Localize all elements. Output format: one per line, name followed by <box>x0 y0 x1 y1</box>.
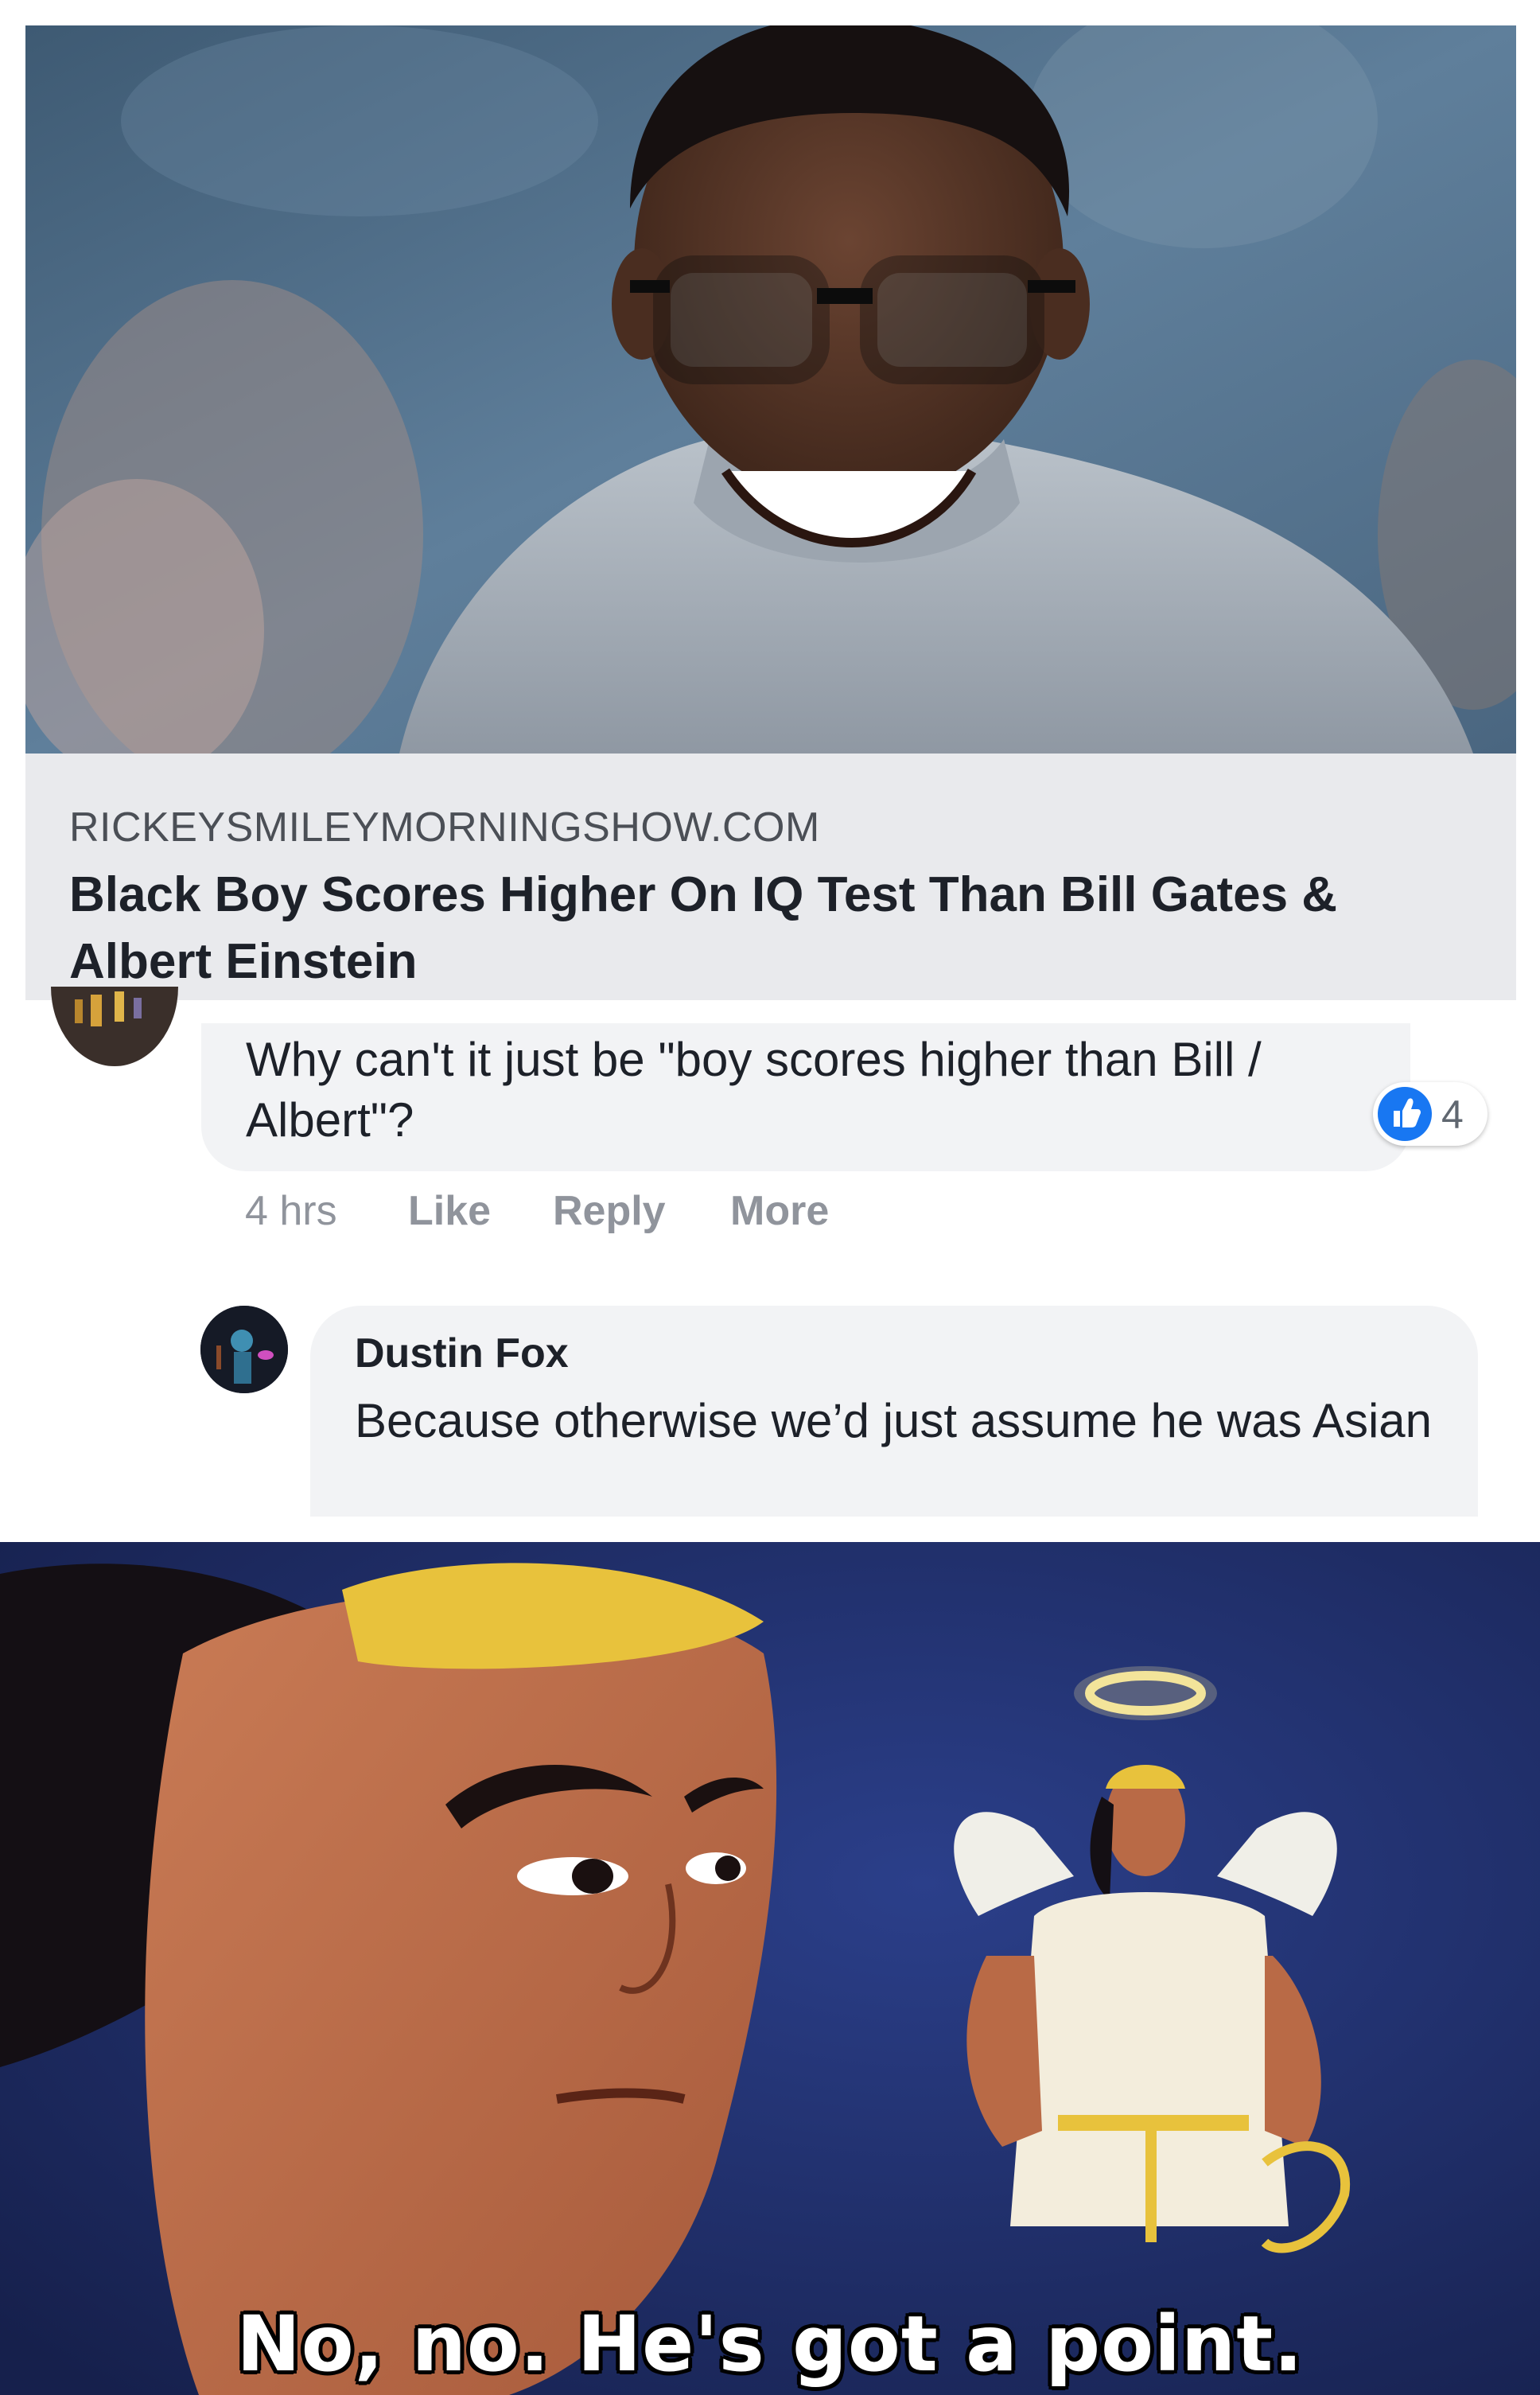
meme-illustration <box>0 1542 1540 2395</box>
like-reaction-icon <box>1378 1087 1432 1141</box>
link-preview-image[interactable] <box>25 25 1516 754</box>
student-photo <box>25 25 1516 754</box>
like-button[interactable]: Like <box>408 1187 491 1235</box>
reply-author-name[interactable]: Dustin Fox <box>355 1330 569 1377</box>
comment-bubble: Why can't it just be "boy scores higher … <box>201 1023 1410 1171</box>
meme-caption: No, no. He's got a point. <box>236 2300 1304 2389</box>
comment-text: Why can't it just be "boy scores higher … <box>246 1033 1262 1147</box>
reply-bubble: Dustin Fox Because otherwise we’d just a… <box>310 1306 1478 1517</box>
avatar-image <box>200 1306 288 1393</box>
link-title[interactable]: Black Boy Scores Higher On IQ Test Than … <box>69 862 1469 995</box>
reaction-count: 4 <box>1441 1092 1464 1137</box>
commenter-avatar[interactable] <box>51 987 178 1074</box>
comment-timestamp[interactable]: 4 hrs <box>245 1187 337 1235</box>
reply-author-avatar[interactable] <box>200 1306 288 1393</box>
more-button[interactable]: More <box>730 1187 829 1235</box>
link-domain: RICKEYSMILEYMORNINGSHOW.COM <box>69 804 820 851</box>
reply-button[interactable]: Reply <box>553 1187 666 1235</box>
meme-image: No, no. He's got a point. <box>0 1542 1540 2395</box>
reply-text: Because otherwise we’d just assume he wa… <box>355 1394 1433 1447</box>
reaction-badge[interactable]: 4 <box>1373 1082 1488 1146</box>
link-preview-meta[interactable]: RICKEYSMILEYMORNINGSHOW.COM Black Boy Sc… <box>25 754 1516 1000</box>
avatar-image <box>51 987 178 1066</box>
